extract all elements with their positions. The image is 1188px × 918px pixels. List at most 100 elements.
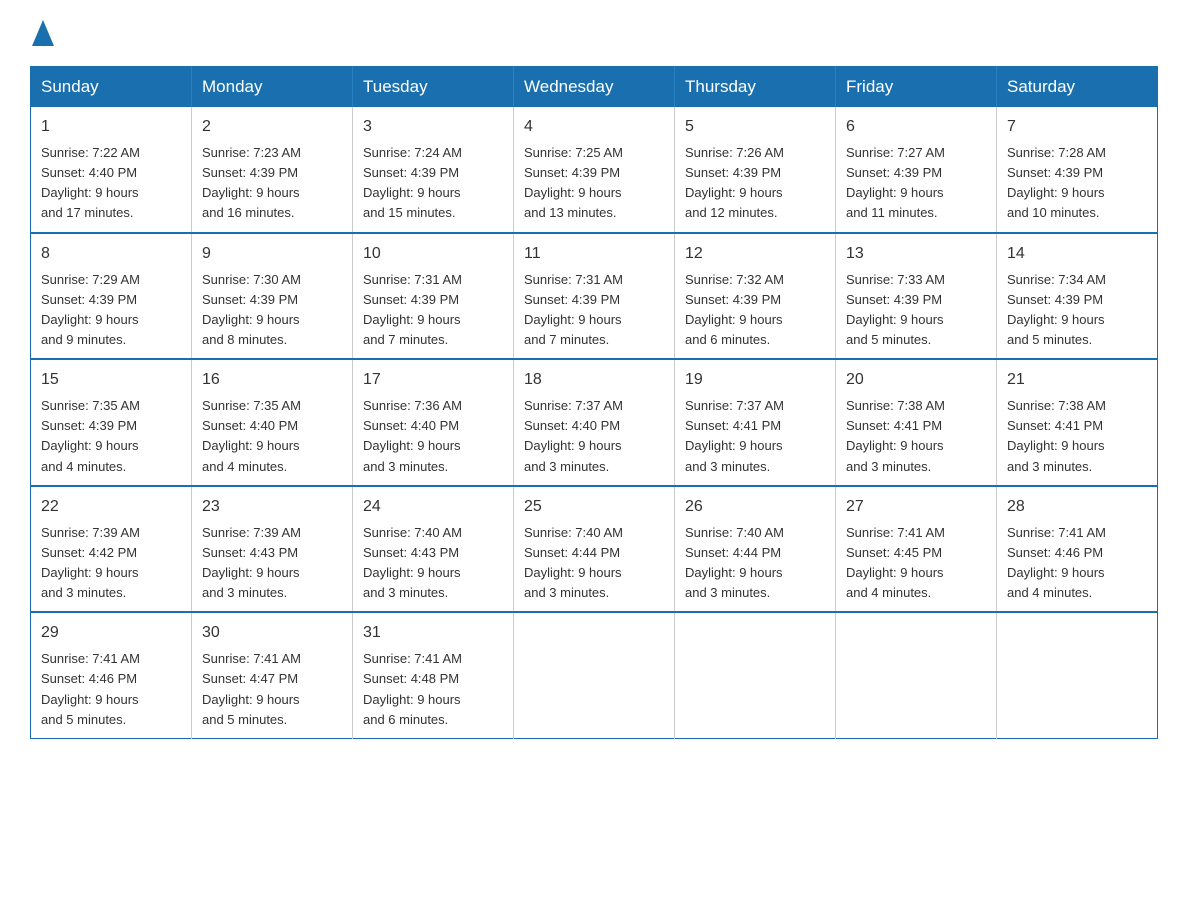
weekday-header-row: SundayMondayTuesdayWednesdayThursdayFrid…: [31, 67, 1158, 108]
calendar-cell: 26Sunrise: 7:40 AMSunset: 4:44 PMDayligh…: [675, 486, 836, 613]
day-info: Sunrise: 7:22 AMSunset: 4:40 PMDaylight:…: [41, 143, 181, 224]
weekday-header-friday: Friday: [836, 67, 997, 108]
day-info: Sunrise: 7:37 AMSunset: 4:41 PMDaylight:…: [685, 396, 825, 477]
day-info: Sunrise: 7:39 AMSunset: 4:42 PMDaylight:…: [41, 523, 181, 604]
day-number: 1: [41, 115, 181, 139]
calendar-cell: 8Sunrise: 7:29 AMSunset: 4:39 PMDaylight…: [31, 233, 192, 360]
day-info: Sunrise: 7:23 AMSunset: 4:39 PMDaylight:…: [202, 143, 342, 224]
day-info: Sunrise: 7:37 AMSunset: 4:40 PMDaylight:…: [524, 396, 664, 477]
calendar-cell: 2 Sunrise: 7:23 AMSunset: 4:39 PMDaylight…: [192, 107, 353, 233]
calendar-cell: 21Sunrise: 7:38 AMSunset: 4:41 PMDayligh…: [997, 359, 1158, 486]
day-number: 22: [41, 495, 181, 519]
calendar-cell: 20 Sunrise: 7:38 AMSunset: 4:41 PMDayligh…: [836, 359, 997, 486]
calendar-cell: 23 Sunrise: 7:39 AMSunset: 4:43 PMDayligh…: [192, 486, 353, 613]
day-number: 10: [363, 242, 503, 266]
day-info: Sunrise: 7:24 AMSunset: 4:39 PMDaylight:…: [363, 143, 503, 224]
day-number: 24: [363, 495, 503, 519]
weekday-header-tuesday: Tuesday: [353, 67, 514, 108]
calendar-cell: 3 Sunrise: 7:24 AMSunset: 4:39 PMDaylight…: [353, 107, 514, 233]
day-number: 15: [41, 368, 181, 392]
day-number: 5: [685, 115, 825, 139]
calendar-cell: 13 Sunrise: 7:33 AMSunset: 4:39 PMDayligh…: [836, 233, 997, 360]
calendar-cell: 7 Sunrise: 7:28 AMSunset: 4:39 PMDaylight…: [997, 107, 1158, 233]
calendar-cell: 6Sunrise: 7:27 AMSunset: 4:39 PMDaylight…: [836, 107, 997, 233]
day-number: 6: [846, 115, 986, 139]
calendar-cell: 10 Sunrise: 7:31 AMSunset: 4:39 PMDayligh…: [353, 233, 514, 360]
day-number: 18: [524, 368, 664, 392]
day-info: Sunrise: 7:41 AMSunset: 4:46 PMDaylight:…: [1007, 523, 1147, 604]
calendar-cell: 17 Sunrise: 7:36 AMSunset: 4:40 PMDayligh…: [353, 359, 514, 486]
day-number: 12: [685, 242, 825, 266]
calendar-cell: [836, 612, 997, 738]
day-number: 20: [846, 368, 986, 392]
calendar-cell: 1 Sunrise: 7:22 AMSunset: 4:40 PMDaylight…: [31, 107, 192, 233]
weekday-header-sunday: Sunday: [31, 67, 192, 108]
day-number: 11: [524, 242, 664, 266]
day-info: Sunrise: 7:33 AMSunset: 4:39 PMDaylight:…: [846, 270, 986, 351]
weekday-header-saturday: Saturday: [997, 67, 1158, 108]
week-row-3: 15 Sunrise: 7:35 AMSunset: 4:39 PMDayligh…: [31, 359, 1158, 486]
calendar-cell: 9 Sunrise: 7:30 AMSunset: 4:39 PMDaylight…: [192, 233, 353, 360]
day-number: 4: [524, 115, 664, 139]
week-row-2: 8Sunrise: 7:29 AMSunset: 4:39 PMDaylight…: [31, 233, 1158, 360]
day-info: Sunrise: 7:36 AMSunset: 4:40 PMDaylight:…: [363, 396, 503, 477]
day-number: 9: [202, 242, 342, 266]
logo: [30, 20, 54, 46]
day-info: Sunrise: 7:25 AMSunset: 4:39 PMDaylight:…: [524, 143, 664, 224]
logo-triangle-icon: [32, 20, 54, 46]
day-number: 3: [363, 115, 503, 139]
day-number: 29: [41, 621, 181, 645]
day-number: 17: [363, 368, 503, 392]
day-info: Sunrise: 7:26 AMSunset: 4:39 PMDaylight:…: [685, 143, 825, 224]
day-number: 31: [363, 621, 503, 645]
calendar-cell: 12 Sunrise: 7:32 AMSunset: 4:39 PMDayligh…: [675, 233, 836, 360]
day-info: Sunrise: 7:40 AMSunset: 4:44 PMDaylight:…: [685, 523, 825, 604]
week-row-5: 29 Sunrise: 7:41 AMSunset: 4:46 PMDayligh…: [31, 612, 1158, 738]
calendar-cell: 18 Sunrise: 7:37 AMSunset: 4:40 PMDayligh…: [514, 359, 675, 486]
day-number: 23: [202, 495, 342, 519]
calendar-cell: 22 Sunrise: 7:39 AMSunset: 4:42 PMDayligh…: [31, 486, 192, 613]
day-info: Sunrise: 7:41 AMSunset: 4:46 PMDaylight:…: [41, 649, 181, 730]
calendar-cell: 14 Sunrise: 7:34 AMSunset: 4:39 PMDayligh…: [997, 233, 1158, 360]
day-number: 14: [1007, 242, 1147, 266]
day-info: Sunrise: 7:34 AMSunset: 4:39 PMDaylight:…: [1007, 270, 1147, 351]
weekday-header-wednesday: Wednesday: [514, 67, 675, 108]
day-number: 27: [846, 495, 986, 519]
day-info: Sunrise: 7:31 AMSunset: 4:39 PMDaylight:…: [363, 270, 503, 351]
day-info: Sunrise: 7:35 AMSunset: 4:39 PMDaylight:…: [41, 396, 181, 477]
calendar-cell: [997, 612, 1158, 738]
calendar-cell: 29 Sunrise: 7:41 AMSunset: 4:46 PMDayligh…: [31, 612, 192, 738]
day-info: Sunrise: 7:38 AMSunset: 4:41 PMDaylight:…: [846, 396, 986, 477]
calendar-cell: 19 Sunrise: 7:37 AMSunset: 4:41 PMDayligh…: [675, 359, 836, 486]
calendar-cell: [514, 612, 675, 738]
day-info: Sunrise: 7:28 AMSunset: 4:39 PMDaylight:…: [1007, 143, 1147, 224]
day-info: Sunrise: 7:41 AMSunset: 4:45 PMDaylight:…: [846, 523, 986, 604]
calendar-cell: 16Sunrise: 7:35 AMSunset: 4:40 PMDayligh…: [192, 359, 353, 486]
day-info: Sunrise: 7:29 AMSunset: 4:39 PMDaylight:…: [41, 270, 181, 351]
calendar-cell: 5 Sunrise: 7:26 AMSunset: 4:39 PMDaylight…: [675, 107, 836, 233]
calendar-cell: 31 Sunrise: 7:41 AMSunset: 4:48 PMDayligh…: [353, 612, 514, 738]
day-number: 21: [1007, 368, 1147, 392]
calendar-cell: 28 Sunrise: 7:41 AMSunset: 4:46 PMDayligh…: [997, 486, 1158, 613]
day-number: 2: [202, 115, 342, 139]
calendar-cell: 4 Sunrise: 7:25 AMSunset: 4:39 PMDaylight…: [514, 107, 675, 233]
day-info: Sunrise: 7:40 AMSunset: 4:44 PMDaylight:…: [524, 523, 664, 604]
calendar-cell: 25Sunrise: 7:40 AMSunset: 4:44 PMDayligh…: [514, 486, 675, 613]
day-number: 7: [1007, 115, 1147, 139]
day-number: 28: [1007, 495, 1147, 519]
calendar-cell: [675, 612, 836, 738]
week-row-1: 1 Sunrise: 7:22 AMSunset: 4:40 PMDaylight…: [31, 107, 1158, 233]
day-number: 19: [685, 368, 825, 392]
day-info: Sunrise: 7:39 AMSunset: 4:43 PMDaylight:…: [202, 523, 342, 604]
calendar-cell: 24Sunrise: 7:40 AMSunset: 4:43 PMDayligh…: [353, 486, 514, 613]
calendar-cell: 30Sunrise: 7:41 AMSunset: 4:47 PMDayligh…: [192, 612, 353, 738]
day-number: 13: [846, 242, 986, 266]
day-info: Sunrise: 7:32 AMSunset: 4:39 PMDaylight:…: [685, 270, 825, 351]
weekday-header-monday: Monday: [192, 67, 353, 108]
day-info: Sunrise: 7:30 AMSunset: 4:39 PMDaylight:…: [202, 270, 342, 351]
day-info: Sunrise: 7:41 AMSunset: 4:48 PMDaylight:…: [363, 649, 503, 730]
page-header: [30, 20, 1158, 46]
calendar-cell: 15 Sunrise: 7:35 AMSunset: 4:39 PMDayligh…: [31, 359, 192, 486]
day-info: Sunrise: 7:35 AMSunset: 4:40 PMDaylight:…: [202, 396, 342, 477]
weekday-header-thursday: Thursday: [675, 67, 836, 108]
